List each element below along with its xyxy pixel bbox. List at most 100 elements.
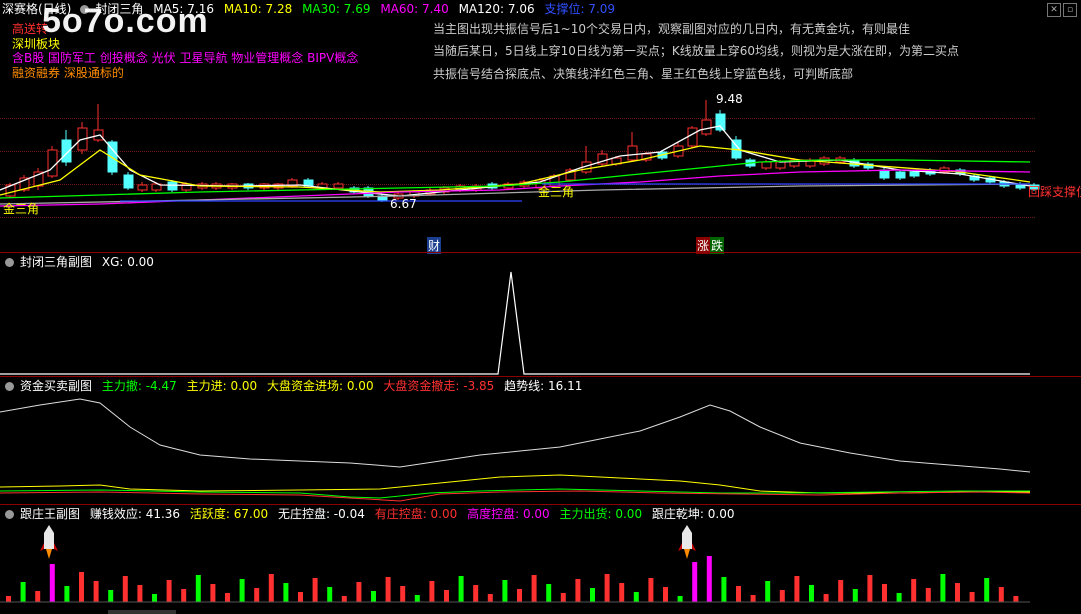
- histogram-bar: [867, 575, 873, 602]
- histogram-bar: [473, 585, 479, 602]
- histogram-bar: [20, 582, 26, 602]
- histogram-bar: [706, 556, 712, 602]
- histogram-bar: [49, 564, 55, 602]
- histogram-bar: [429, 581, 435, 602]
- histogram-bar: [35, 591, 41, 602]
- main-candles-svg: [0, 100, 1040, 207]
- triangle-subchart-pane[interactable]: 封闭三角副图 XG: 0.00: [0, 253, 1081, 376]
- xg-signal-line: [0, 271, 1030, 375]
- rocket-icon: [40, 525, 58, 559]
- histogram-bar: [327, 587, 333, 602]
- histogram-bar: [356, 582, 362, 602]
- support-retest-tag: 回踩支撑位: [1028, 185, 1081, 199]
- histogram-bar: [998, 587, 1004, 602]
- candle: [47, 149, 58, 177]
- candle: [701, 119, 712, 135]
- histogram-bar: [108, 590, 114, 602]
- histogram-bar: [79, 572, 84, 602]
- histogram-bar: [254, 588, 260, 602]
- candle: [761, 161, 772, 169]
- candle: [167, 181, 178, 191]
- histogram-bar: [283, 583, 289, 602]
- histogram-bar: [502, 580, 508, 602]
- rocket-icon: [678, 525, 696, 559]
- main-chart-pane[interactable]: 深赛格(日线) 封闭三角 MA5: 7.16 MA10: 7.28 MA30: 7…: [0, 0, 1081, 254]
- candle: [687, 127, 698, 147]
- candle: [137, 184, 148, 191]
- histogram-bar: [560, 593, 566, 602]
- histogram-bar: [575, 579, 581, 602]
- histogram-bar: [984, 578, 990, 602]
- histogram-bar: [181, 589, 187, 602]
- histogram-bar: [210, 584, 216, 602]
- golden-triangle-2: 金三角: [538, 185, 575, 199]
- histogram-bar: [736, 586, 741, 602]
- trend-line: [0, 398, 1031, 473]
- histogram-bar: [166, 580, 172, 602]
- histogram-bar: [341, 596, 347, 602]
- high-price-label: 9.48: [716, 92, 743, 106]
- histogram-bar: [925, 588, 931, 602]
- histogram-bar: [809, 585, 814, 602]
- histogram-bar: [882, 584, 887, 602]
- golden-triangle-1: 金三角: [3, 202, 40, 216]
- histogram-bar: [1013, 596, 1019, 602]
- histogram-bar: [152, 594, 157, 602]
- candle: [895, 171, 906, 179]
- histogram-bar: [487, 594, 493, 602]
- panel4-svg: [0, 525, 1030, 603]
- scrollbar-thumb[interactable]: [108, 610, 176, 614]
- histogram-bar: [911, 579, 917, 602]
- histogram-bar: [969, 592, 975, 602]
- histogram-bar: [677, 596, 683, 602]
- histogram-bar: [93, 581, 99, 602]
- histogram-bar: [137, 585, 143, 602]
- histogram-bar: [312, 578, 318, 602]
- histogram-bar: [6, 596, 11, 602]
- histogram-bar: [195, 575, 201, 602]
- low-price-label: 6.67: [390, 197, 417, 211]
- histogram-bar: [852, 589, 858, 602]
- histogram-bar: [604, 574, 610, 602]
- fund-subchart-pane[interactable]: 资金买卖副图 主力撤: -4.47 主力进: 0.00 大盘资金进场: 0.00…: [0, 377, 1081, 504]
- histogram-bar: [64, 586, 70, 602]
- histogram-bar: [838, 580, 844, 602]
- histogram-bar: [619, 583, 625, 602]
- candle: [879, 169, 890, 179]
- histogram-bar: [750, 595, 756, 602]
- histogram-bar: [955, 583, 960, 602]
- histogram-bar: [546, 584, 552, 602]
- histogram-bar: [444, 590, 449, 602]
- panel3-svg: [0, 398, 1031, 502]
- histogram-bar: [400, 586, 406, 602]
- histogram-bar: [765, 581, 771, 602]
- histogram-bar: [225, 593, 230, 602]
- histogram-bar: [648, 578, 654, 602]
- candle: [775, 161, 786, 169]
- histogram-bar: [531, 575, 537, 602]
- histogram-bar: [517, 589, 522, 602]
- histogram-bar: [633, 592, 639, 602]
- candle: [123, 174, 134, 189]
- histogram-bar: [940, 574, 946, 602]
- histogram-bar: [414, 595, 420, 602]
- histogram-bar: [779, 590, 785, 602]
- histogram-bar: [823, 594, 829, 602]
- candle: [333, 183, 344, 189]
- histogram-bar: [721, 577, 727, 602]
- candle: [909, 171, 920, 177]
- histogram-bar: [122, 576, 128, 602]
- histogram-bar: [458, 576, 464, 602]
- histogram-bar: [794, 576, 800, 602]
- histogram-bar: [692, 562, 698, 602]
- histogram-bar: [590, 588, 595, 602]
- histogram-bar: [663, 587, 668, 602]
- histogram-bar: [298, 592, 303, 602]
- histogram-bar: [371, 591, 376, 602]
- panel2-svg: [0, 271, 1030, 375]
- banker-subchart-pane[interactable]: 跟庄王副图 赚钱效应: 41.36 活跃度: 67.00 无庄控盘: -0.04…: [0, 505, 1081, 614]
- candle: [627, 145, 638, 161]
- histogram-bar: [896, 593, 902, 602]
- histogram-bar: [268, 574, 274, 602]
- histogram-bar: [385, 577, 391, 602]
